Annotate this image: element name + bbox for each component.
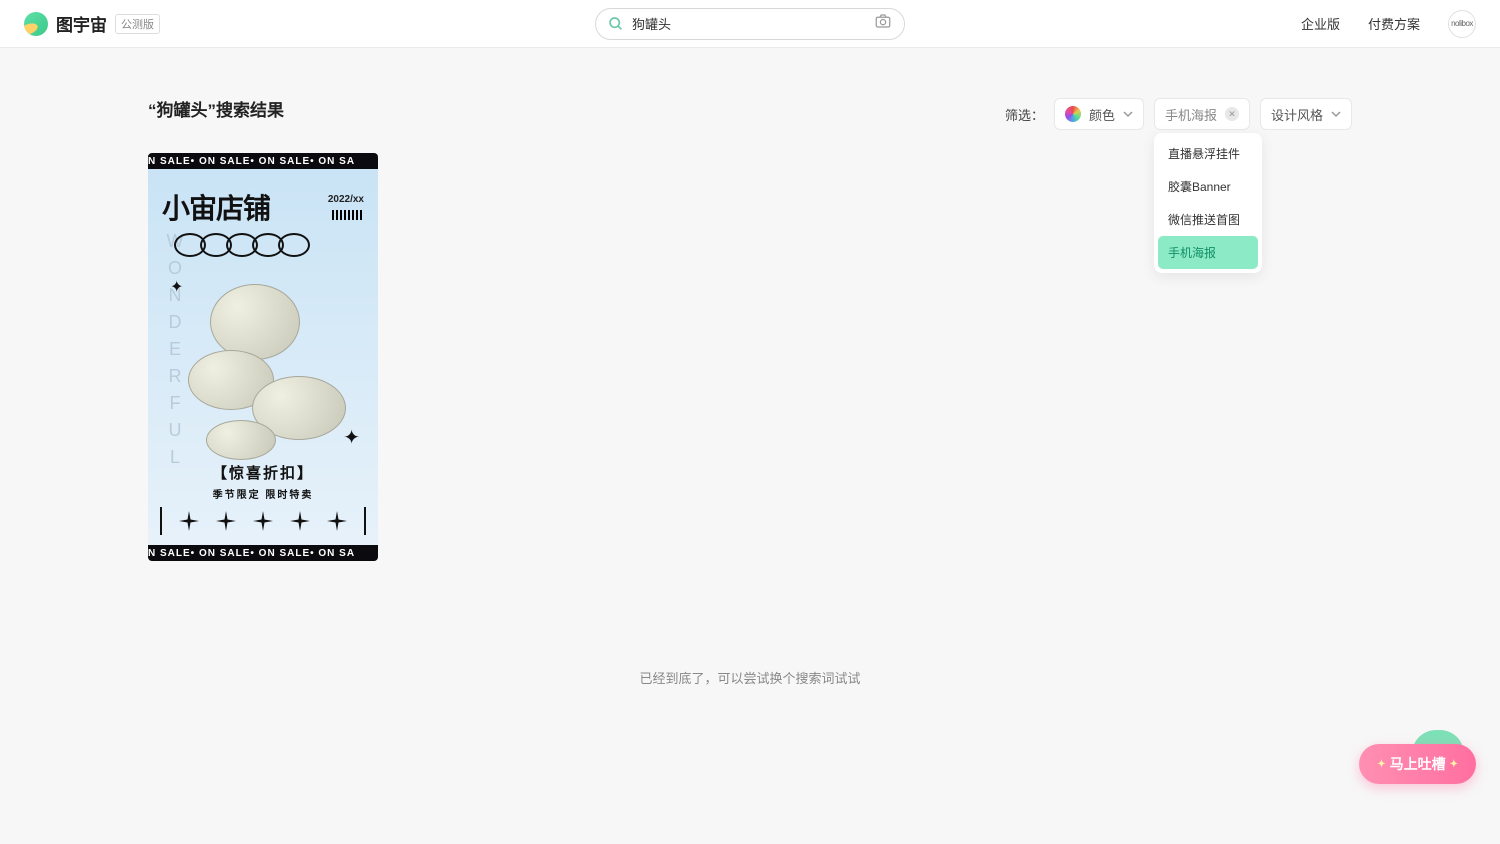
end-of-results-message: 已经到底了，可以尝试换个搜索词试试	[639, 668, 860, 687]
filter-row: 筛选： 颜色 手机海报 ✕ 直播悬浮挂件 胶囊Banner 微信推送首图 手机海…	[1005, 98, 1352, 130]
sparkle-icon: ✦	[343, 425, 360, 450]
filter-type-selected: 手机海报	[1165, 105, 1217, 124]
vertical-text: WONDERFUL	[164, 231, 185, 474]
card-title-row: 小宙店铺 2022/xx	[162, 187, 364, 227]
search-box[interactable]	[595, 8, 905, 40]
logo-area[interactable]: 图宇宙 公测版	[24, 11, 160, 36]
dropdown-item-2[interactable]: 微信推送首图	[1158, 203, 1258, 236]
filter-label: 筛选：	[1005, 105, 1044, 124]
content-area: “狗罐头”搜索结果 筛选： 颜色 手机海报 ✕ 直播悬浮挂件 胶囊Banner …	[0, 48, 1500, 561]
feedback-button[interactable]: ✦ 马上吐槽 ✦	[1359, 744, 1476, 784]
star-icon	[179, 511, 199, 531]
beta-badge: 公测版	[115, 14, 160, 34]
card-title: 小宙店铺	[162, 187, 270, 227]
logo-text: 图宇宙	[56, 11, 107, 36]
avatar[interactable]: nolibox	[1448, 10, 1476, 38]
header-right: 企业版 付费方案 nolibox	[1301, 10, 1476, 38]
product-image	[188, 284, 348, 444]
nav-pricing[interactable]: 付费方案	[1368, 14, 1420, 33]
feedback-label: 马上吐槽	[1390, 754, 1446, 774]
filter-type-dropdown[interactable]: 手机海报 ✕ 直播悬浮挂件 胶囊Banner 微信推送首图 手机海报	[1154, 98, 1250, 130]
planet-logo-icon	[24, 12, 48, 36]
search-icon	[608, 16, 624, 32]
result-card[interactable]: N SALE• ON SALE• ON SALE• ON SA 小宙店铺 202…	[148, 153, 378, 561]
sparkle-icon: ✦	[1377, 759, 1385, 770]
header-bar: 图宇宙 公测版 企业版 付费方案 nolibox	[0, 0, 1500, 48]
dropdown-item-0[interactable]: 直播悬浮挂件	[1158, 137, 1258, 170]
filter-color-dropdown[interactable]: 颜色	[1054, 98, 1144, 130]
star-icon	[290, 511, 310, 531]
rings-decoration	[180, 233, 310, 257]
card-year: 2022/xx	[328, 194, 364, 205]
chevron-down-icon	[1123, 107, 1133, 122]
search-container	[595, 8, 905, 40]
card-inner: 小宙店铺 2022/xx WONDERFUL ✦ ✦ 【惊喜折扣】 季节限定 限…	[148, 169, 378, 545]
sale-strip-top: N SALE• ON SALE• ON SALE• ON SA	[148, 153, 378, 169]
barcode-icon	[332, 210, 364, 220]
filter-color-label: 颜色	[1089, 105, 1115, 124]
star-row	[160, 507, 366, 535]
sparkle-icon: ✦	[1450, 759, 1458, 770]
filter-style-dropdown[interactable]: 设计风格	[1260, 98, 1352, 130]
star-icon	[216, 511, 236, 531]
color-wheel-icon	[1065, 106, 1081, 122]
nav-enterprise[interactable]: 企业版	[1301, 14, 1340, 33]
promo-sub: 季节限定 限时特卖	[148, 486, 378, 501]
promo-main: 【惊喜折扣】	[148, 462, 378, 483]
camera-icon[interactable]	[874, 12, 892, 35]
dropdown-item-1[interactable]: 胶囊Banner	[1158, 170, 1258, 203]
search-input[interactable]	[632, 16, 866, 31]
dropdown-item-3[interactable]: 手机海报	[1158, 236, 1258, 269]
chevron-down-icon	[1331, 107, 1341, 122]
star-icon	[327, 511, 347, 531]
filter-style-label: 设计风格	[1271, 105, 1323, 124]
type-dropdown-menu: 直播悬浮挂件 胶囊Banner 微信推送首图 手机海报	[1154, 133, 1262, 273]
clear-filter-icon[interactable]: ✕	[1225, 107, 1239, 121]
sparkle-icon: ✦	[170, 277, 183, 297]
star-icon	[253, 511, 273, 531]
sale-strip-bottom: N SALE• ON SALE• ON SALE• ON SA	[148, 545, 378, 561]
